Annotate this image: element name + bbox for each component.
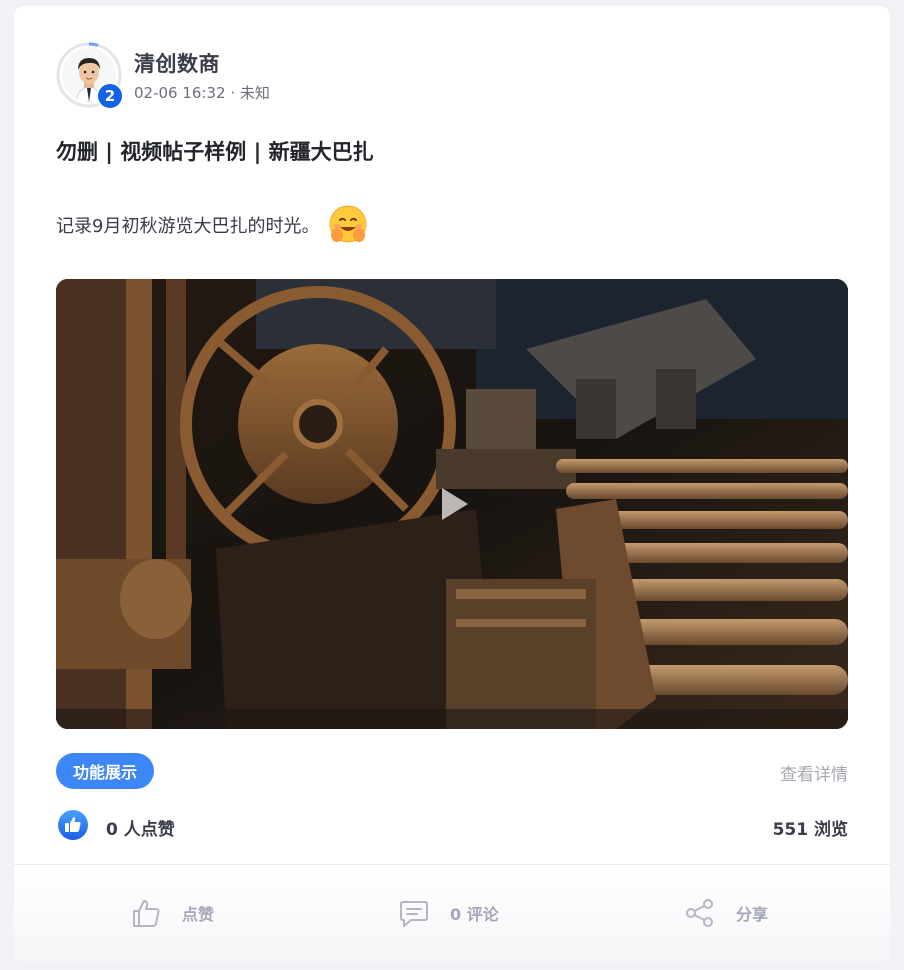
thumbs-up-icon — [133, 900, 160, 927]
topic-tag[interactable]: 功能展示 — [56, 753, 155, 789]
video-player[interactable] — [56, 279, 848, 729]
hugging-face-emoji-icon — [329, 205, 367, 243]
share-label: 分享 — [736, 905, 769, 924]
likes-count: 0 人点赞 — [106, 820, 175, 840]
play-icon[interactable] — [440, 486, 470, 522]
comment-button[interactable]: 0 评论 — [398, 895, 499, 931]
author-name[interactable]: 清创数商 — [134, 48, 220, 78]
comment-label: 0 评论 — [450, 905, 499, 924]
like-label: 点赞 — [182, 905, 215, 924]
views-count: 551 浏览 — [772, 820, 848, 840]
post-body-text: 记录9月初秋游览大巴扎的时光。 — [56, 216, 320, 237]
post-title: 勿删 | 视频帖子样例 | 新疆大巴扎 — [56, 140, 374, 164]
share-button[interactable]: 分享 — [684, 895, 768, 931]
view-details-link[interactable]: 查看详情 — [780, 760, 848, 785]
action-bar: 点赞 0 评论 分享 — [14, 864, 890, 962]
post-meta: 02-06 16:32 · 未知 — [134, 84, 270, 102]
like-button[interactable]: 点赞 — [130, 895, 214, 931]
like-badge-icon — [58, 810, 88, 840]
author-avatar[interactable]: 2 — [56, 42, 124, 110]
share-icon — [686, 899, 713, 927]
post-card: 2 清创数商 02-06 16:32 · 未知 勿删 | 视频帖子样例 | 新疆… — [14, 6, 890, 962]
comment-icon — [400, 901, 428, 927]
post-body: 记录9月初秋游览大巴扎的时光。 — [56, 202, 371, 248]
level-badge: 2 — [96, 82, 124, 110]
